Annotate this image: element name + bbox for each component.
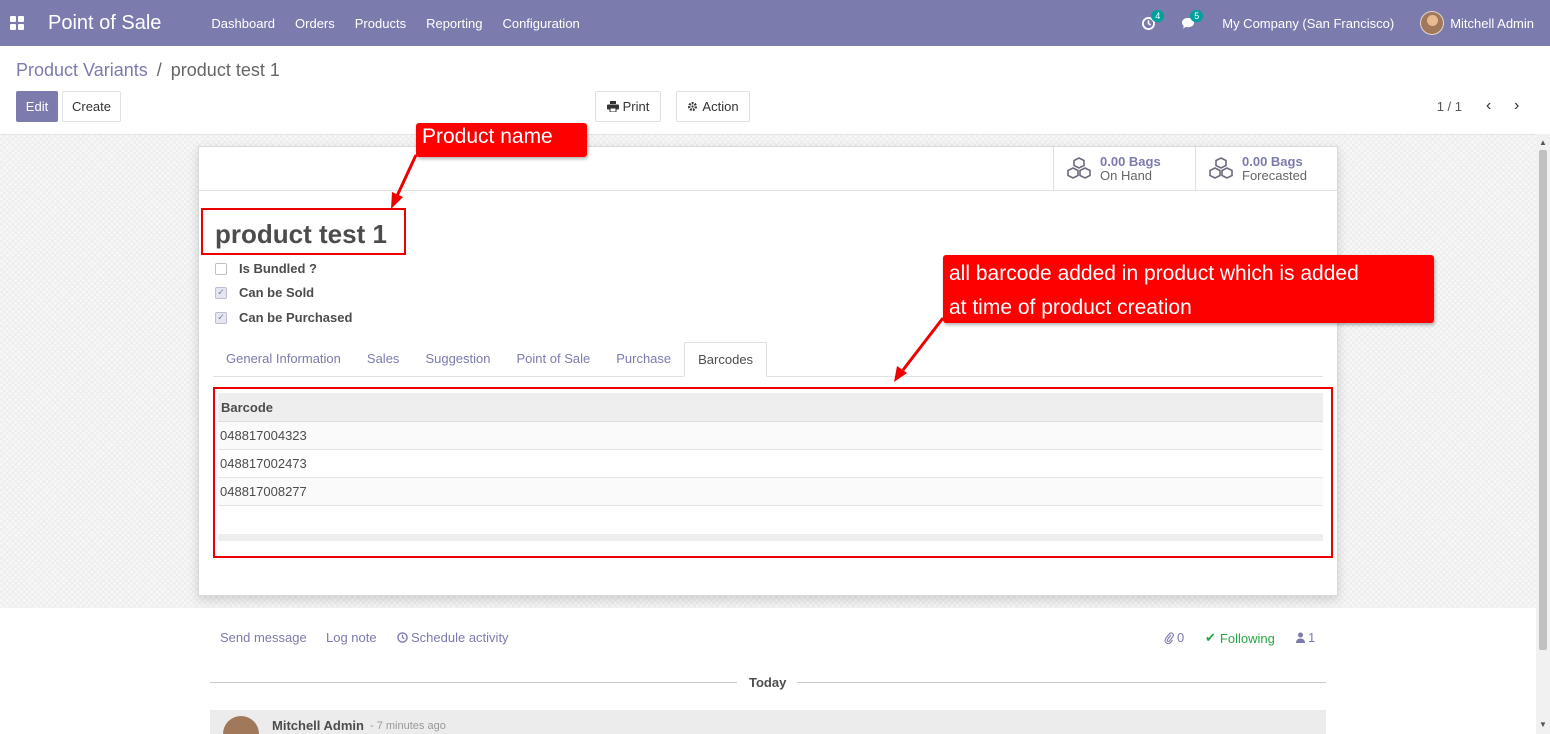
tab-barcodes[interactable]: Barcodes [684, 342, 768, 377]
check-icon: ✔ [1205, 630, 1216, 645]
table-row[interactable]: 048817002473 [218, 450, 1323, 478]
menu-products[interactable]: Products [355, 16, 406, 31]
form-sheet: 0.00 Bags On Hand 0.00 Bags Forecasted p… [198, 146, 1338, 596]
barcode-callout-line-2: at time of product creation [949, 296, 1192, 319]
tab-sales[interactable]: Sales [354, 342, 413, 377]
barcode-column-header[interactable]: Barcode [218, 393, 1323, 422]
product-name-callout: Product name [416, 123, 587, 157]
today-divider-right [797, 682, 1326, 683]
followers-button[interactable]: 1 [1296, 630, 1315, 645]
apps-menu-icon[interactable] [10, 16, 24, 30]
followers-count: 1 [1308, 630, 1316, 645]
user-menu[interactable]: Mitchell Admin [1450, 16, 1534, 31]
messaging-menu[interactable]: 5 [1181, 9, 1204, 30]
tab-point-of-sale[interactable]: Point of Sale [504, 342, 604, 377]
can-be-purchased-label: Can be Purchased [239, 310, 353, 325]
barcode-callout: all barcode added in product which is ad… [943, 255, 1434, 323]
pager-previous-icon[interactable]: ‹ [1486, 97, 1491, 115]
menu-configuration[interactable]: Configuration [502, 16, 579, 31]
forecasted-button[interactable]: 0.00 Bags Forecasted [1195, 147, 1337, 190]
can-be-purchased-checkbox[interactable]: ✓ [215, 311, 227, 324]
table-row[interactable]: 048817004323 [218, 422, 1323, 450]
activity-menu[interactable]: 4 [1142, 9, 1165, 30]
today-label: Today [749, 675, 787, 690]
company-switcher[interactable]: My Company (San Francisco) [1222, 16, 1394, 31]
smart-button-box: 0.00 Bags On Hand 0.00 Bags Forecasted [199, 147, 1337, 191]
attachments-count: 0 [1177, 630, 1185, 645]
create-button[interactable]: Create [62, 91, 121, 122]
send-message-button[interactable]: Send message [220, 630, 307, 645]
breadcrumb-product-variants[interactable]: Product Variants [16, 60, 148, 80]
message-author[interactable]: Mitchell Admin [272, 718, 364, 733]
message-item: Mitchell Admin - 7 minutes ago [210, 710, 1326, 734]
print-button[interactable]: Print [595, 91, 661, 122]
scroll-thumb[interactable] [1539, 150, 1547, 650]
attachments-button[interactable]: 0 [1164, 630, 1184, 645]
forecasted-label: Forecasted [1242, 167, 1308, 183]
tab-general-information[interactable]: General Information [213, 342, 354, 377]
following-label: Following [1219, 630, 1275, 646]
main-menu: Dashboard Orders Products Reporting Conf… [211, 16, 599, 31]
tab-suggestion[interactable]: Suggestion [412, 342, 503, 377]
on-hand-value: 0.00 Bags [1100, 153, 1161, 169]
on-hand-button[interactable]: 0.00 Bags On Hand [1053, 147, 1195, 190]
cubes-icon [1209, 156, 1233, 179]
forecasted-value: 0.00 Bags [1242, 153, 1303, 169]
breadcrumb-separator: / [156, 60, 162, 80]
navbar-systray: 4 5 My Company (San Francisco) Mitchell … [1142, 0, 1534, 46]
edit-button[interactable]: Edit [16, 91, 58, 122]
scroll-down-icon[interactable]: ▼ [1539, 720, 1547, 729]
product-name-callout-text: Product name [422, 125, 553, 148]
is-bundled-row: Is Bundled ? [215, 261, 317, 276]
print-label: Print [622, 99, 650, 114]
breadcrumb-current: product test 1 [170, 60, 280, 80]
pager-next-icon[interactable]: › [1514, 97, 1519, 115]
action-button[interactable]: Action [676, 91, 750, 122]
is-bundled-label: Is Bundled ? [239, 261, 317, 276]
on-hand-label: On Hand [1100, 167, 1153, 183]
breadcrumb: Product Variants / product test 1 [16, 60, 280, 81]
log-note-button[interactable]: Log note [326, 630, 377, 645]
can-be-sold-label: Can be Sold [239, 285, 315, 300]
table-row[interactable]: 048817008277 [218, 478, 1323, 506]
top-navbar: Point of Sale Dashboard Orders Products … [0, 0, 1550, 46]
following-button[interactable]: ✔ Following [1205, 630, 1275, 646]
clock-icon [397, 632, 408, 643]
schedule-activity-button[interactable]: Schedule activity [397, 630, 509, 645]
cubes-icon [1067, 156, 1091, 179]
can-be-purchased-row: ✓ Can be Purchased [215, 310, 352, 325]
action-label: Action [702, 99, 739, 114]
print-icon [606, 101, 619, 112]
message-time: - 7 minutes ago [370, 720, 446, 732]
barcode-highlight: Barcode 048817004323 048817002473 048817… [213, 387, 1333, 558]
user-icon [1296, 632, 1305, 643]
user-avatar[interactable] [1420, 11, 1445, 35]
can-be-sold-checkbox[interactable]: ✓ [215, 286, 227, 299]
gear-icon [688, 102, 698, 111]
app-title[interactable]: Point of Sale [48, 12, 161, 35]
today-divider-left [210, 682, 737, 683]
tab-purchase[interactable]: Purchase [603, 342, 684, 377]
page-scrollbar[interactable]: ▲ ▼ [1536, 134, 1550, 734]
message-badge: 5 [1190, 9, 1204, 22]
scroll-up-icon[interactable]: ▲ [1539, 138, 1547, 147]
menu-dashboard[interactable]: Dashboard [211, 16, 275, 31]
menu-reporting[interactable]: Reporting [426, 16, 482, 31]
barcode-table: Barcode 048817004323 048817002473 048817… [218, 393, 1323, 541]
paperclip-icon [1164, 631, 1174, 644]
notebook-tabs: General Information Sales Suggestion Poi… [213, 342, 1323, 377]
table-footer [218, 534, 1323, 541]
barcode-callout-line-1: all barcode added in product which is ad… [949, 262, 1359, 285]
menu-orders[interactable]: Orders [295, 16, 335, 31]
is-bundled-checkbox[interactable] [215, 262, 227, 275]
activity-badge: 4 [1151, 9, 1165, 22]
can-be-sold-row: ✓ Can be Sold [215, 285, 314, 300]
product-name: product test 1 [215, 219, 387, 249]
pager-value[interactable]: 1 / 1 [1437, 99, 1462, 114]
message-author-avatar[interactable] [223, 716, 259, 734]
schedule-activity-label: Schedule activity [411, 630, 509, 645]
